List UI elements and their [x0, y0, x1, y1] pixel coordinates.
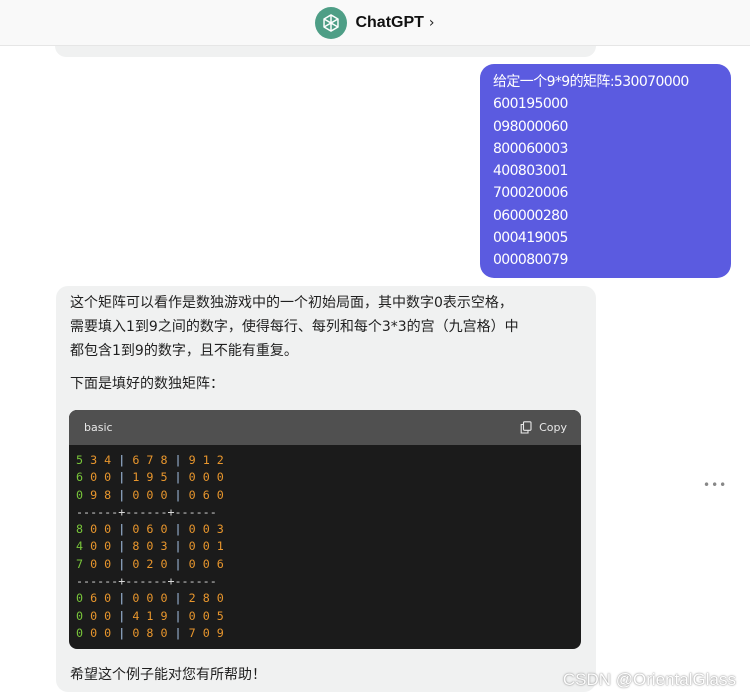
previous-message-bubble	[55, 46, 596, 57]
code-divider: ------+------+------	[76, 574, 217, 589]
code-leading-digit: 0	[76, 591, 84, 606]
user-message-line: 700020006	[493, 185, 568, 202]
watermark: CSDN @OrientalGlass	[562, 670, 736, 689]
code-digits: 3 4	[83, 453, 119, 467]
user-message-line: 400803001	[493, 163, 568, 180]
code-line: 0 6 0 | 0 0 0 | 2 8 0	[76, 590, 581, 607]
code-digits: 6 7 8	[125, 453, 175, 467]
code-separator: |	[174, 556, 182, 571]
code-leading-digit: 0	[76, 608, 84, 623]
code-digits: 6 0	[83, 591, 119, 606]
code-divider: ------+------+------	[76, 504, 217, 519]
code-line: 0 9 8 | 0 0 0 | 0 6 0	[76, 487, 581, 504]
code-separator: |	[174, 522, 182, 537]
code-line: ------+------+------	[76, 504, 581, 521]
code-separator: |	[174, 591, 182, 606]
user-message-bubble: 给定一个9*9的矩阵:530070000 600195000 098000060…	[480, 64, 731, 278]
code-line: 7 0 0 | 0 2 0 | 0 0 6	[76, 556, 581, 573]
code-language-label: basic	[84, 421, 113, 434]
code-digits: 0 0 1	[181, 539, 224, 554]
more-options-icon[interactable]: •••	[703, 478, 727, 492]
code-line: 8 0 0 | 0 6 0 | 0 0 3	[76, 521, 581, 538]
user-message-line: 600195000	[493, 96, 568, 113]
code-content: 5 3 4 | 6 7 8 | 9 1 26 0 0 | 1 9 5 | 0 0…	[69, 445, 581, 642]
code-digits: 0 0	[83, 470, 119, 485]
user-message-line: 000419005	[493, 230, 568, 247]
code-digits: 0 2 0	[125, 556, 175, 571]
model-selector[interactable]: ChatGPT ›	[315, 6, 435, 39]
code-separator: |	[174, 470, 182, 485]
code-leading-digit: 5	[76, 453, 84, 467]
copy-code-button[interactable]: Copy	[520, 421, 567, 434]
code-leading-digit: 6	[76, 470, 84, 485]
user-message-line: 098000060	[493, 118, 568, 135]
app-title: ChatGPT	[355, 13, 424, 31]
code-line: 4 0 0 | 8 0 3 | 0 0 1	[76, 538, 581, 555]
code-digits: 0 0 0	[125, 591, 175, 606]
assistant-text-line: 这个矩阵可以看作是数独游戏中的一个初始局面，其中数字0表示空格，	[70, 295, 513, 311]
code-digits: 0 0	[83, 539, 119, 554]
chat-header: ChatGPT ›	[0, 0, 750, 46]
user-message-line: 800060003	[493, 140, 568, 157]
user-message-line: 060000280	[493, 207, 568, 224]
code-separator: |	[174, 453, 182, 467]
chatgpt-logo-icon	[315, 6, 348, 39]
assistant-paragraph-intro: 这个矩阵可以看作是数独游戏中的一个初始局面，其中数字0表示空格， 需要填入1到9…	[70, 291, 519, 363]
assistant-text-line: 需要填入1到9之间的数字，使得每行、每列和每个3*3的宫（九宫格）中	[70, 319, 519, 335]
code-digits: 9 8	[83, 487, 119, 502]
code-separator: |	[174, 539, 182, 554]
copy-label: Copy	[539, 421, 567, 434]
user-message-line: 给定一个9*9的矩阵:530070000	[493, 74, 689, 90]
code-digits: 0 0	[83, 625, 119, 640]
code-digits: 0 6 0	[125, 522, 175, 537]
code-digits: 0 6 0	[181, 487, 224, 502]
code-digits: 0 0 0	[125, 487, 175, 502]
assistant-text-line: 都包含1到9的数字，且不能有重复。	[70, 343, 298, 359]
code-digits: 0 0 5	[181, 608, 224, 623]
code-separator: |	[174, 625, 182, 640]
user-message-line: 000080079	[493, 252, 568, 269]
code-leading-digit: 0	[76, 487, 84, 502]
code-digits: 8 0 3	[125, 539, 175, 554]
code-block: basic Copy 5 3 4 | 6 7 8 | 9 1 26 0 0 | …	[69, 410, 581, 649]
copy-icon	[520, 421, 532, 434]
code-digits: 0 0 3	[181, 522, 224, 537]
code-leading-digit: 4	[76, 539, 84, 554]
code-leading-digit: 7	[76, 556, 84, 571]
assistant-message-bubble: 这个矩阵可以看作是数独游戏中的一个初始局面，其中数字0表示空格， 需要填入1到9…	[56, 286, 596, 692]
code-separator: |	[174, 487, 182, 502]
code-line: 0 0 0 | 4 1 9 | 0 0 5	[76, 608, 581, 625]
assistant-paragraph-closing: 希望这个例子能对您有所帮助！	[70, 667, 266, 683]
code-digits: 1 9 5	[125, 470, 175, 485]
code-digits: 0 0	[83, 556, 119, 571]
code-digits: 9 1 2	[181, 453, 224, 467]
code-digits: 7 0 9	[181, 625, 224, 640]
code-digits: 2 8 0	[181, 591, 224, 606]
code-block-header: basic Copy	[69, 410, 581, 445]
code-line: 5 3 4 | 6 7 8 | 9 1 2	[76, 452, 581, 469]
code-digits: 0 8 0	[125, 625, 175, 640]
code-digits: 0 0 0	[181, 470, 224, 485]
code-line: 0 0 0 | 0 8 0 | 7 0 9	[76, 625, 581, 642]
code-digits: 4 1 9	[125, 608, 175, 623]
code-leading-digit: 0	[76, 625, 84, 640]
code-line: ------+------+------	[76, 573, 581, 590]
code-digits: 0 0	[83, 608, 119, 623]
code-digits: 0 0 6	[181, 556, 224, 571]
code-separator: |	[174, 608, 182, 623]
code-leading-digit: 8	[76, 522, 84, 537]
code-line: 6 0 0 | 1 9 5 | 0 0 0	[76, 469, 581, 486]
chevron-right-icon: ›	[428, 15, 435, 31]
code-digits: 0 0	[83, 522, 119, 537]
assistant-paragraph-lead: 下面是填好的数独矩阵：	[70, 376, 224, 392]
